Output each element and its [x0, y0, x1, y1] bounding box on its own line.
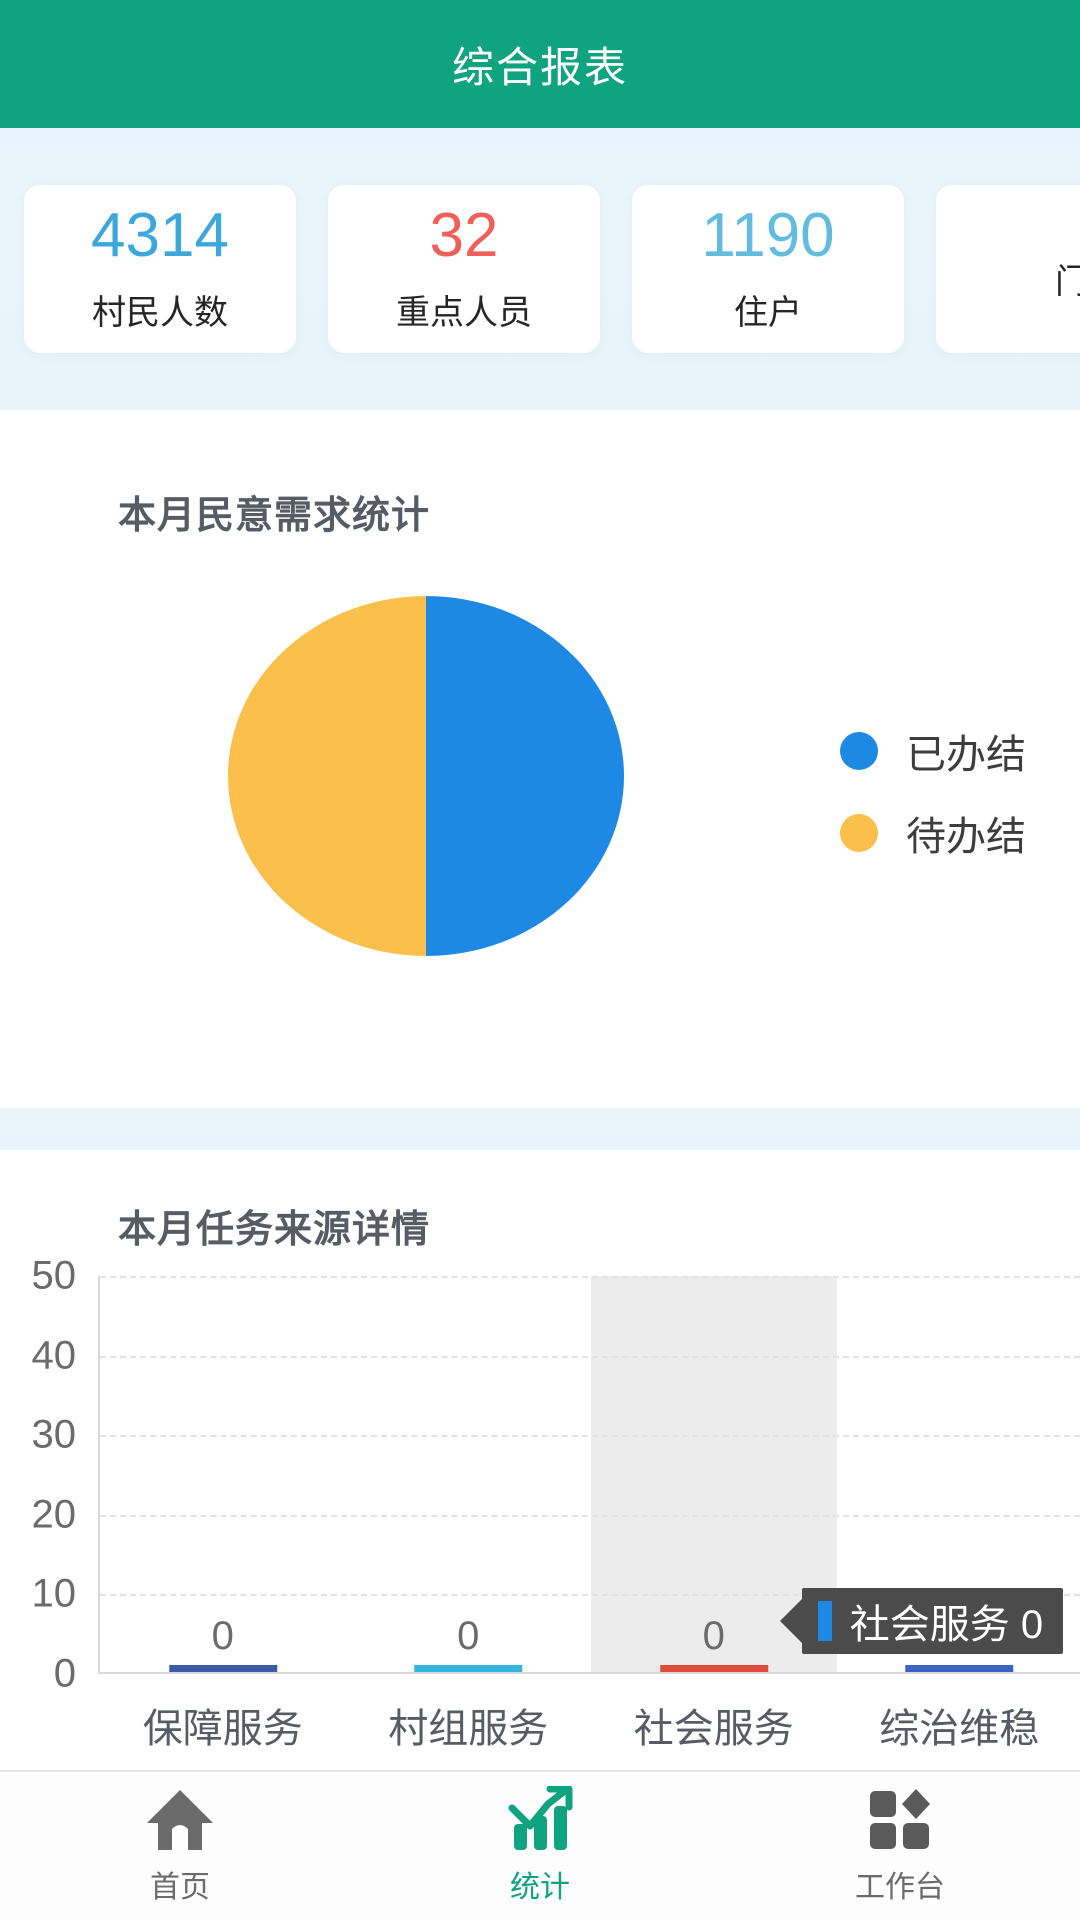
y-axis-tick-label: 30: [31, 1412, 77, 1457]
bar-chart[interactable]: 0000 保障服务村组服务社会服务综治维稳 社会服务 0 01020304050: [0, 1254, 1080, 1762]
pie-slices[interactable]: [228, 596, 624, 956]
workbench-icon: [864, 1786, 936, 1854]
bar-value-label: 0: [702, 1614, 725, 1658]
legend-label: 待办结: [906, 815, 1026, 859]
y-axis-tick-label: 50: [31, 1253, 77, 1298]
stats-strip[interactable]: 4314 村民人数 32 重点人员 1190 住户 门: [0, 128, 1080, 410]
tooltip-arrow-icon: [779, 1599, 802, 1643]
bar-column[interactable]: 0: [346, 1274, 592, 1672]
task-source-panel: 本月任务来源详情 0000 保障服务村组服务社会服务综治维稳 社会服务 0 01…: [0, 1150, 1080, 1770]
bar-section-title: 本月任务来源详情: [118, 1209, 431, 1251]
stat-label: 住户: [734, 293, 802, 332]
pie-legend: 已办结 待办结: [840, 710, 1026, 874]
stat-label: 村民人数: [92, 293, 228, 332]
nav-label: 统计: [510, 1871, 570, 1904]
stats-scroll-container[interactable]: 4314 村民人数 32 重点人员 1190 住户 门: [0, 128, 1080, 410]
stat-card[interactable]: 1190 住户: [632, 185, 904, 353]
nav-item-statistics[interactable]: 统计: [360, 1771, 720, 1920]
home-icon: [144, 1786, 216, 1854]
bar-value-label: 0: [457, 1614, 480, 1658]
stat-value: 4314: [91, 200, 229, 270]
bottom-navigation: 首页 统计 工作台: [0, 1770, 1080, 1920]
bar-plot-area[interactable]: 0000 保障服务村组服务社会服务综治维稳 社会服务 0: [98, 1274, 1080, 1751]
nav-item-workbench[interactable]: 工作台: [720, 1771, 1080, 1920]
chart-tooltip: 社会服务 0: [779, 1588, 1064, 1654]
legend-item-done[interactable]: 已办结: [840, 710, 1026, 792]
bar-rect[interactable]: [659, 1665, 768, 1672]
pie-section-title: 本月民意需求统计: [118, 495, 431, 537]
x-axis-label: 社会服务: [633, 1707, 794, 1751]
bar-column[interactable]: 0: [100, 1274, 346, 1672]
page-title: 综合报表: [451, 43, 628, 91]
legend-dot-icon: [840, 814, 878, 852]
legend-item-pending[interactable]: 待办结: [840, 792, 1026, 874]
stat-value: 32: [429, 200, 499, 270]
stat-label: 门: [1055, 262, 1080, 301]
y-axis-tick-label: 10: [31, 1571, 77, 1616]
bar-value-label: 0: [211, 1614, 234, 1658]
tooltip-label: 社会服务 0: [849, 1603, 1044, 1647]
y-axis-tick-label: 0: [53, 1651, 76, 1696]
chart-icon: [504, 1786, 576, 1854]
app-root: 综合报表 4314 村民人数 32 重点人员 1190 住户 门 本月民意需求统计 已办结 …: [0, 0, 1080, 1920]
stat-card[interactable]: 门: [936, 185, 1080, 353]
bar-rect[interactable]: [168, 1665, 277, 1672]
y-axis-tick-label: 20: [31, 1492, 77, 1537]
x-axis-label: 综治维稳: [879, 1707, 1040, 1751]
y-axis-tick-label: 40: [31, 1333, 77, 1378]
app-header: 综合报表: [0, 0, 1080, 128]
tooltip-marker-icon: [817, 1601, 832, 1641]
nav-item-home[interactable]: 首页: [0, 1771, 360, 1920]
legend-dot-icon: [840, 732, 878, 770]
nav-label: 首页: [150, 1871, 210, 1904]
x-axis-label: 保障服务: [142, 1707, 303, 1751]
stat-value: 1190: [701, 200, 835, 270]
stat-card[interactable]: 32 重点人员: [328, 185, 600, 353]
pie-chart[interactable]: [228, 596, 624, 956]
nav-label: 工作台: [855, 1871, 945, 1904]
section-divider: [0, 1108, 1080, 1150]
stat-label: 重点人员: [396, 293, 532, 332]
legend-label: 已办结: [906, 733, 1026, 777]
x-axis-label: 村组服务: [388, 1707, 549, 1751]
bar-rect[interactable]: [414, 1665, 523, 1672]
bar-rect[interactable]: [905, 1665, 1014, 1672]
stat-card[interactable]: 4314 村民人数: [24, 185, 296, 353]
